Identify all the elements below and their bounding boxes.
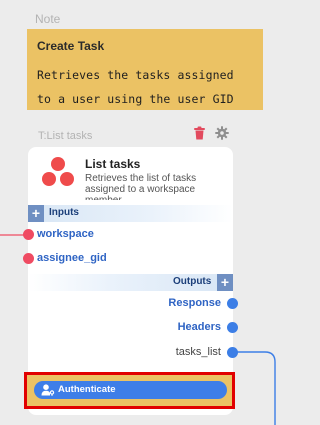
add-input-button[interactable]: + [28, 205, 44, 222]
note-title: Note [35, 12, 61, 26]
user-key-icon [41, 384, 55, 396]
note-header: Create Task [37, 39, 105, 53]
inputs-label: Inputs [49, 207, 79, 218]
input-label-assignee-gid: assignee_gid [37, 252, 107, 264]
input-port-assignee-gid[interactable] [23, 253, 34, 264]
node-description: Retrieves the list of tasks assigned to … [85, 173, 197, 200]
output-label-response: Response [168, 297, 221, 309]
input-port-workspace[interactable] [23, 229, 34, 240]
trash-icon[interactable] [193, 126, 206, 140]
output-port-headers[interactable] [227, 322, 238, 333]
gear-icon[interactable] [215, 126, 229, 140]
note-box[interactable]: Create Task Retrieves the tasks assigned… [27, 29, 263, 110]
add-output-button[interactable]: + [217, 274, 233, 291]
output-wire [233, 351, 276, 425]
node-label: T:List tasks [38, 130, 93, 142]
output-port-tasks-list[interactable] [227, 347, 238, 358]
outputs-label: Outputs [173, 276, 212, 287]
note-line: Retrieves the tasks assigned [37, 68, 234, 82]
authenticate-button[interactable]: Authenticate [34, 381, 227, 399]
note-line: to a user using the user GID [37, 92, 234, 106]
output-port-response[interactable] [227, 298, 238, 309]
output-label-headers: Headers [177, 321, 221, 333]
note-body: Retrieves the tasks assigned to a user u… [37, 63, 253, 111]
input-label-workspace: workspace [37, 228, 94, 240]
output-label-tasks-list: tasks_list [175, 346, 221, 358]
asana-logo-icon [42, 157, 74, 186]
node-title: List tasks [85, 157, 141, 171]
